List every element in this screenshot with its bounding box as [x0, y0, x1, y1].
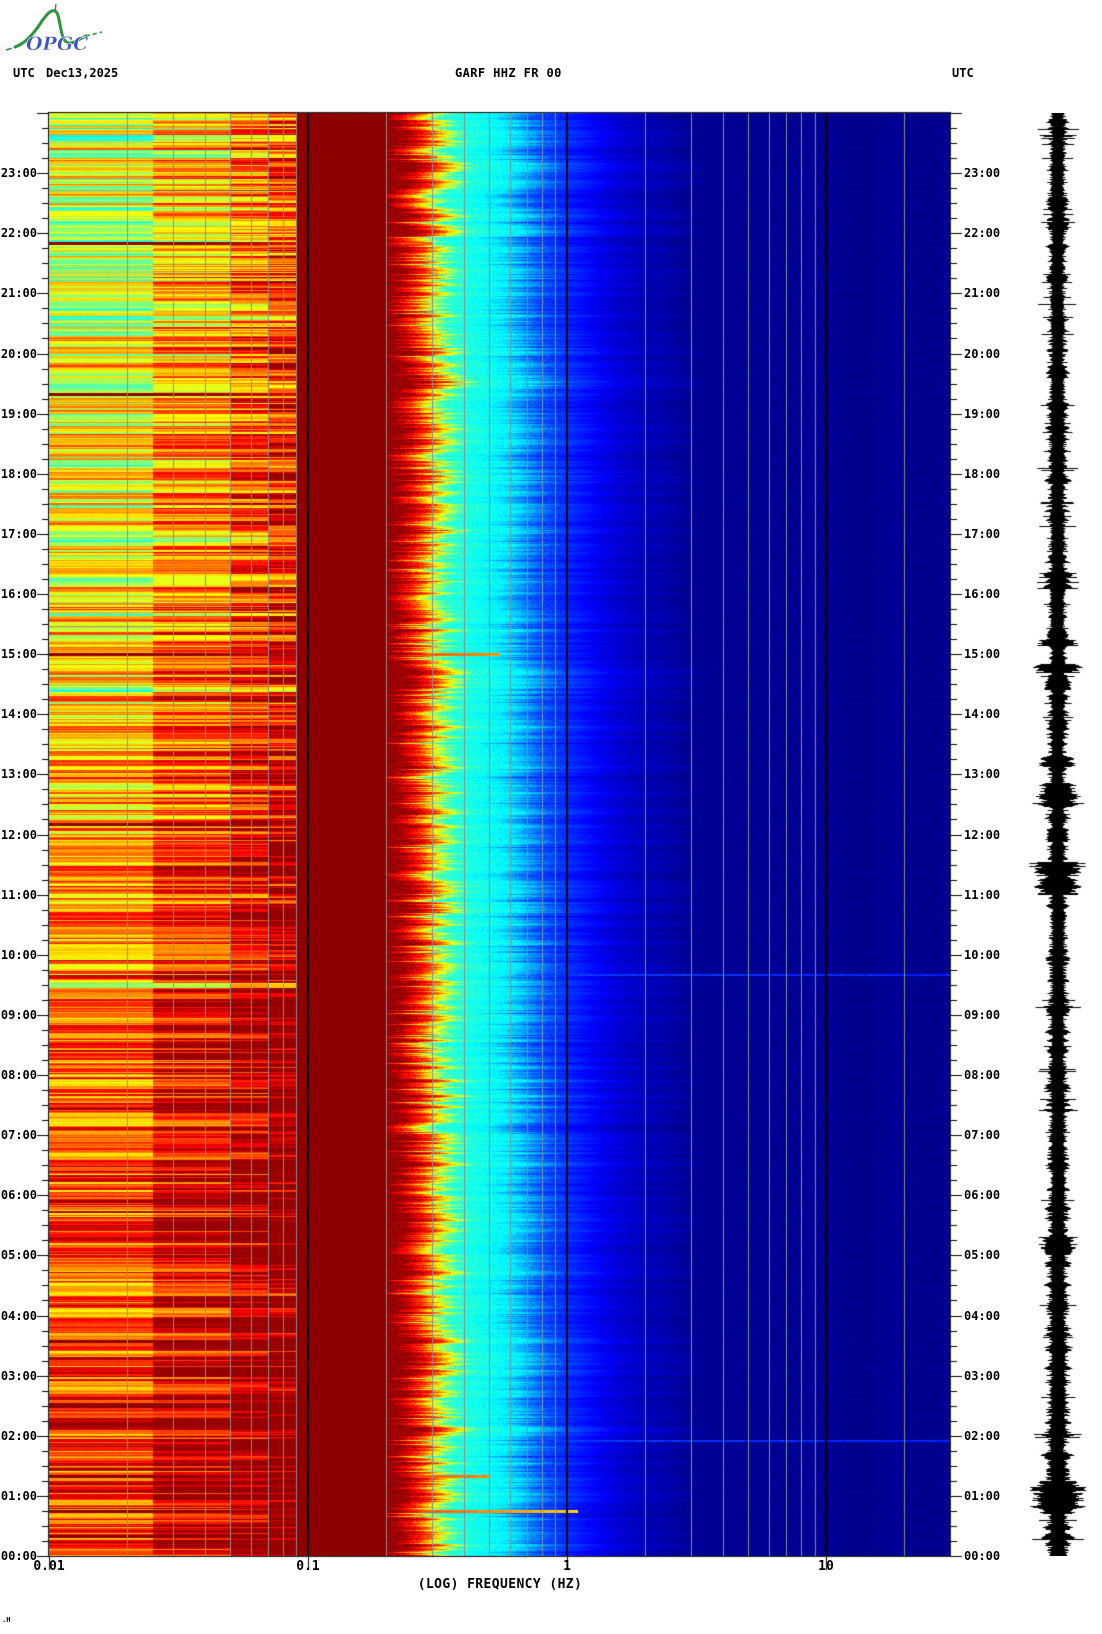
freq-tick-label: 0.01 — [19, 1559, 79, 1574]
time-label-left: 22:00 — [0, 226, 37, 240]
time-label-left: 18:00 — [0, 467, 37, 481]
time-label-left: 06:00 — [0, 1188, 37, 1202]
time-label-right: 18:00 — [964, 467, 1024, 481]
time-label-right: 17:00 — [964, 527, 1024, 541]
time-label-right: 11:00 — [964, 888, 1024, 902]
time-label-right: 12:00 — [964, 828, 1024, 842]
time-label-right: 04:00 — [964, 1309, 1024, 1323]
time-label-right: 22:00 — [964, 226, 1024, 240]
time-label-left: 01:00 — [0, 1489, 37, 1503]
time-label-right: 01:00 — [964, 1489, 1024, 1503]
time-label-right: 21:00 — [964, 286, 1024, 300]
time-label-left: 17:00 — [0, 527, 37, 541]
time-label-right: 13:00 — [964, 767, 1024, 781]
time-label-left: 09:00 — [0, 1008, 37, 1022]
time-label-left: 11:00 — [0, 888, 37, 902]
freq-tick-label: 0.1 — [278, 1559, 338, 1574]
time-label-right: 05:00 — [964, 1248, 1024, 1262]
time-label-right: 07:00 — [964, 1128, 1024, 1142]
helicorder-trace — [1025, 113, 1091, 1556]
time-label-right: 06:00 — [964, 1188, 1024, 1202]
spectrogram-page: OPGC UTC Dec13,2025 GARF HHZ FR 00 UTC 2… — [0, 0, 1102, 1634]
time-label-right: 10:00 — [964, 948, 1024, 962]
time-label-left: 19:00 — [0, 407, 37, 421]
time-label-right: 14:00 — [964, 707, 1024, 721]
time-label-left: 16:00 — [0, 587, 37, 601]
time-label-right: 23:00 — [964, 166, 1024, 180]
time-label-left: 10:00 — [0, 948, 37, 962]
time-label-right: 00:00 — [964, 1549, 1024, 1563]
time-label-right: 15:00 — [964, 647, 1024, 661]
time-label-left: 03:00 — [0, 1369, 37, 1383]
time-label-left: 12:00 — [0, 828, 37, 842]
time-label-left: 21:00 — [0, 286, 37, 300]
time-label-right: 19:00 — [964, 407, 1024, 421]
time-label-left: 04:00 — [0, 1309, 37, 1323]
time-label-right: 03:00 — [964, 1369, 1024, 1383]
time-label-left: 20:00 — [0, 347, 37, 361]
freq-tick-label: 1 — [537, 1559, 597, 1574]
time-label-right: 02:00 — [964, 1429, 1024, 1443]
time-label-right: 16:00 — [964, 587, 1024, 601]
time-label-left: 13:00 — [0, 767, 37, 781]
time-label-right: 08:00 — [964, 1068, 1024, 1082]
time-label-right: 09:00 — [964, 1008, 1024, 1022]
time-label-left: 07:00 — [0, 1128, 37, 1142]
corner-mark: .H — [2, 1616, 10, 1624]
time-label-left: 02:00 — [0, 1429, 37, 1443]
freq-tick-label: 10 — [796, 1559, 856, 1574]
time-label-right: 20:00 — [964, 347, 1024, 361]
time-label-left: 08:00 — [0, 1068, 37, 1082]
time-label-left: 05:00 — [0, 1248, 37, 1262]
axes-overlay — [0, 0, 1102, 1634]
time-label-left: 15:00 — [0, 647, 37, 661]
time-label-left: 23:00 — [0, 166, 37, 180]
time-label-left: 14:00 — [0, 707, 37, 721]
x-axis-title: (LOG) FREQUENCY (HZ) — [380, 1577, 620, 1592]
